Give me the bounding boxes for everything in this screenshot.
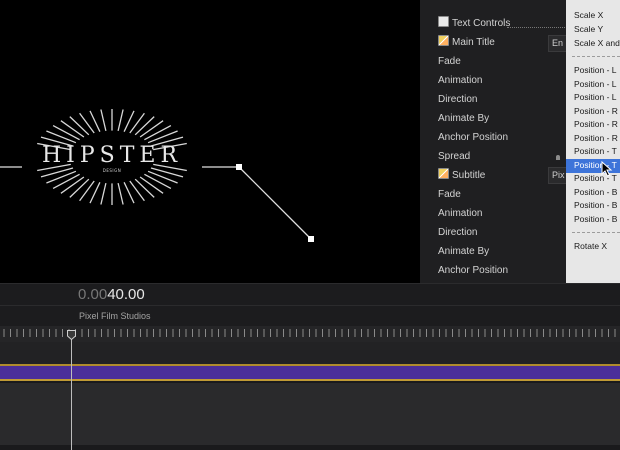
logo-ray: [69, 116, 90, 136]
inspector-row[interactable]: Animation: [438, 204, 482, 223]
dropdown-menu[interactable]: Scale X Scale Y Scale X and Position - L Pos…: [566, 0, 620, 283]
inspector-row[interactable]: Anchor Position: [438, 261, 508, 280]
timecode-dim: 0.00: [78, 286, 108, 303]
logo-ray: [139, 176, 164, 194]
inspector-row-label: Text Controls: [452, 18, 511, 29]
inspector-row[interactable]: Direction: [438, 90, 477, 109]
inspector-row[interactable]: Animate By: [438, 109, 489, 128]
menu-item[interactable]: Rotate X: [566, 240, 620, 254]
playhead-handle-icon[interactable]: [67, 330, 76, 340]
group-checkbox-icon[interactable]: [438, 16, 449, 27]
clip-track[interactable]: [0, 364, 620, 381]
logo-ray: [60, 120, 85, 138]
menu-item[interactable]: Position - B: [566, 213, 620, 227]
mouse-cursor-icon: [601, 161, 613, 177]
logo-ray: [134, 116, 155, 136]
menu-item[interactable]: Position - R: [566, 132, 620, 146]
inspector-row-label: Direction: [438, 227, 478, 238]
timeline-divider: [0, 305, 620, 306]
logo-ray: [144, 125, 172, 141]
menu-item[interactable]: Position - L: [566, 91, 620, 105]
track-lane-lower[interactable]: [0, 383, 620, 445]
track-lane[interactable]: [0, 342, 620, 364]
playhead[interactable]: [71, 333, 72, 450]
logo-ray: [52, 125, 80, 141]
edit-checkbox-icon[interactable]: [438, 168, 449, 179]
logo-ray: [52, 173, 80, 189]
inspector-row[interactable]: Animation: [438, 71, 482, 90]
edit-checkbox-icon[interactable]: [438, 35, 449, 46]
inspector-row[interactable]: Text Controls: [438, 14, 510, 33]
logo-ray: [46, 170, 77, 184]
menu-item[interactable]: Position - B: [566, 186, 620, 200]
menu-separator: [572, 56, 620, 57]
menu-item[interactable]: Scale X and: [566, 37, 620, 51]
clip-name: Pixel Film Studios: [79, 311, 151, 321]
inspector-row-label: Fade: [438, 56, 461, 67]
logo-ray: [147, 170, 178, 184]
path-keyframe-handle: [308, 236, 314, 242]
logo-ray: [46, 130, 77, 144]
motion-path-graphic: [0, 109, 314, 242]
inspector-row[interactable]: Fade: [438, 185, 461, 204]
inspector-row[interactable]: Fade: [438, 52, 461, 71]
inspector-row-label: Fade: [438, 189, 461, 200]
canvas-viewer[interactable]: HIPSTER DESIGN: [0, 0, 420, 283]
timeline-ruler[interactable]: [0, 326, 620, 342]
inspector-row-label: Anchor Position: [438, 132, 509, 143]
logo-ray: [144, 173, 172, 189]
inspector-row[interactable]: Subtitle: [438, 166, 485, 185]
inspector-row-label: Direction: [438, 94, 478, 105]
menu-item[interactable]: Position - R: [566, 118, 620, 132]
inspector-row-label: Animation: [438, 75, 483, 86]
menu-item[interactable]: Position - R: [566, 105, 620, 119]
logo-ray: [139, 120, 164, 138]
logo-ray: [134, 178, 155, 198]
inspector-row[interactable]: Spread: [438, 147, 470, 166]
logo-ray: [147, 130, 178, 144]
menu-item[interactable]: Position - B: [566, 199, 620, 213]
menu-item[interactable]: Scale Y: [566, 23, 620, 37]
logo-ray: [100, 182, 107, 205]
pin-icon: [556, 155, 560, 160]
inspector-row-label: Subtitle: [452, 170, 486, 181]
inspector-row[interactable]: Animate By: [438, 242, 489, 261]
inspector-row[interactable]: Direction: [438, 223, 477, 242]
inspector-row-label: Animate By: [438, 246, 490, 257]
inspector-row-label: Animation: [438, 208, 483, 219]
timecode-main: 40.00: [107, 286, 145, 303]
inspector-row-label: Spread: [438, 151, 471, 162]
menu-item[interactable]: Position - L: [566, 64, 620, 78]
logo-subtitle: DESIGN: [102, 168, 122, 173]
inspector-row[interactable]: Main Title: [438, 33, 495, 52]
inspector-row-label: Anchor Position: [438, 265, 509, 276]
inspector-row-label: Main Title: [452, 37, 495, 48]
logo-title: HIPSTER: [41, 143, 183, 168]
logo-ray: [69, 178, 90, 198]
logo-ray: [117, 109, 124, 132]
timecode-display: 0.0040.00: [78, 286, 145, 303]
logo-ray: [117, 182, 124, 205]
path-keyframe-handle: [236, 164, 242, 170]
menu-item[interactable]: Scale X: [566, 9, 620, 23]
menu-item[interactable]: Position - L: [566, 78, 620, 92]
inspector-row-label: Animate By: [438, 113, 490, 124]
logo-ray: [100, 109, 107, 132]
logo-ray: [60, 176, 85, 194]
inspector-row[interactable]: Anchor Position: [438, 128, 508, 147]
menu-item[interactable]: Position - T: [566, 145, 620, 159]
menu-separator: [572, 232, 620, 233]
